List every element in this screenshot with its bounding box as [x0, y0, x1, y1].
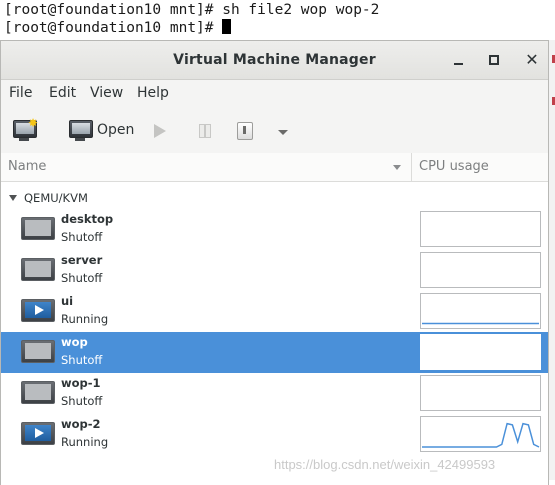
- cpu-usage-graph: [420, 252, 541, 288]
- vm-name: wop-2: [61, 417, 101, 431]
- list-header: Name CPU usage: [1, 153, 548, 182]
- cpu-usage-graph: [420, 416, 541, 452]
- connection-group[interactable]: QEMU/KVM: [1, 183, 548, 209]
- play-icon: [35, 428, 44, 438]
- run-icon[interactable]: [154, 124, 166, 138]
- star-icon: ✸: [28, 116, 39, 130]
- vm-shutoff-icon: [21, 217, 55, 240]
- cpu-usage-graph: [420, 334, 541, 370]
- new-vm-button[interactable]: ✸: [11, 117, 41, 143]
- vm-status: Running: [61, 312, 109, 326]
- maximize-button[interactable]: [484, 50, 504, 70]
- toolbar: ✸ Open: [1, 109, 548, 154]
- pause-icon[interactable]: [199, 124, 211, 138]
- vm-status: Shutoff: [61, 353, 103, 367]
- connection-label: QEMU/KVM: [24, 191, 88, 205]
- vm-row-ui[interactable]: ui Running: [1, 291, 548, 332]
- vm-shutoff-icon: [21, 258, 55, 281]
- vm-running-icon: [21, 299, 55, 322]
- vm-name: ui: [61, 294, 74, 308]
- titlebar[interactable]: Virtual Machine Manager ✕: [1, 41, 548, 80]
- vm-shutoff-icon: [21, 381, 55, 404]
- vm-name: desktop: [61, 212, 114, 226]
- close-button[interactable]: ✕: [522, 50, 542, 70]
- vm-row-server[interactable]: server Shutoff: [1, 250, 548, 291]
- watermark: https://blog.csdn.net/weixin_42499593: [274, 457, 496, 472]
- cpu-usage-graph: [420, 375, 541, 411]
- menu-help[interactable]: Help: [137, 85, 169, 101]
- minimize-icon: [454, 63, 463, 65]
- terminal-line-2: [root@foundation10 mnt]#: [4, 19, 232, 37]
- vm-list: Name CPU usage QEMU/KVM desktop Shutoff se…: [1, 153, 548, 485]
- minimize-button[interactable]: [449, 50, 469, 70]
- menu-edit[interactable]: Edit: [49, 85, 76, 101]
- play-icon: [35, 305, 44, 315]
- close-icon: ✕: [525, 50, 539, 69]
- sort-arrow-icon[interactable]: [393, 165, 401, 170]
- vm-row-wop-2[interactable]: wop-2 Running: [1, 414, 548, 455]
- vm-name: wop-1: [61, 376, 101, 390]
- vm-name: wop: [61, 335, 88, 349]
- cpu-usage-line: [422, 422, 540, 448]
- vm-name: server: [61, 253, 103, 267]
- vm-running-icon: [21, 422, 55, 445]
- vm-row-wop-1[interactable]: wop-1 Shutoff: [1, 373, 548, 414]
- cpu-usage-graph: [420, 211, 541, 247]
- column-name-header[interactable]: Name: [8, 159, 46, 174]
- vm-row-wop[interactable]: wop Shutoff: [1, 332, 548, 373]
- open-button-label[interactable]: Open: [97, 122, 134, 138]
- chevron-down-icon[interactable]: [278, 130, 288, 135]
- vm-row-desktop[interactable]: desktop Shutoff: [1, 209, 548, 250]
- vm-shutoff-icon: [21, 340, 55, 363]
- shutdown-icon[interactable]: [237, 122, 253, 140]
- expander-icon[interactable]: [9, 195, 17, 201]
- column-cpu-header[interactable]: CPU usage: [419, 159, 489, 174]
- vm-status: Shutoff: [61, 394, 103, 408]
- menu-view[interactable]: View: [90, 85, 123, 101]
- terminal-scroll-edge: [549, 40, 555, 480]
- terminal-prompt: [root@foundation10 mnt]#: [4, 20, 223, 36]
- terminal-cursor: [222, 19, 232, 34]
- monitor-icon: [69, 120, 93, 138]
- terminal-line-1: [root@foundation10 mnt]# sh file2 wop wo…: [4, 2, 380, 18]
- vmm-window: Virtual Machine Manager ✕ File Edit View…: [0, 40, 549, 485]
- menubar: File Edit View Help: [1, 80, 548, 108]
- vm-status: Shutoff: [61, 230, 103, 244]
- cpu-usage-graph: [420, 293, 541, 329]
- vm-status: Running: [61, 435, 109, 449]
- maximize-icon: [489, 55, 499, 65]
- menu-file[interactable]: File: [9, 85, 32, 101]
- vm-status: Shutoff: [61, 271, 103, 285]
